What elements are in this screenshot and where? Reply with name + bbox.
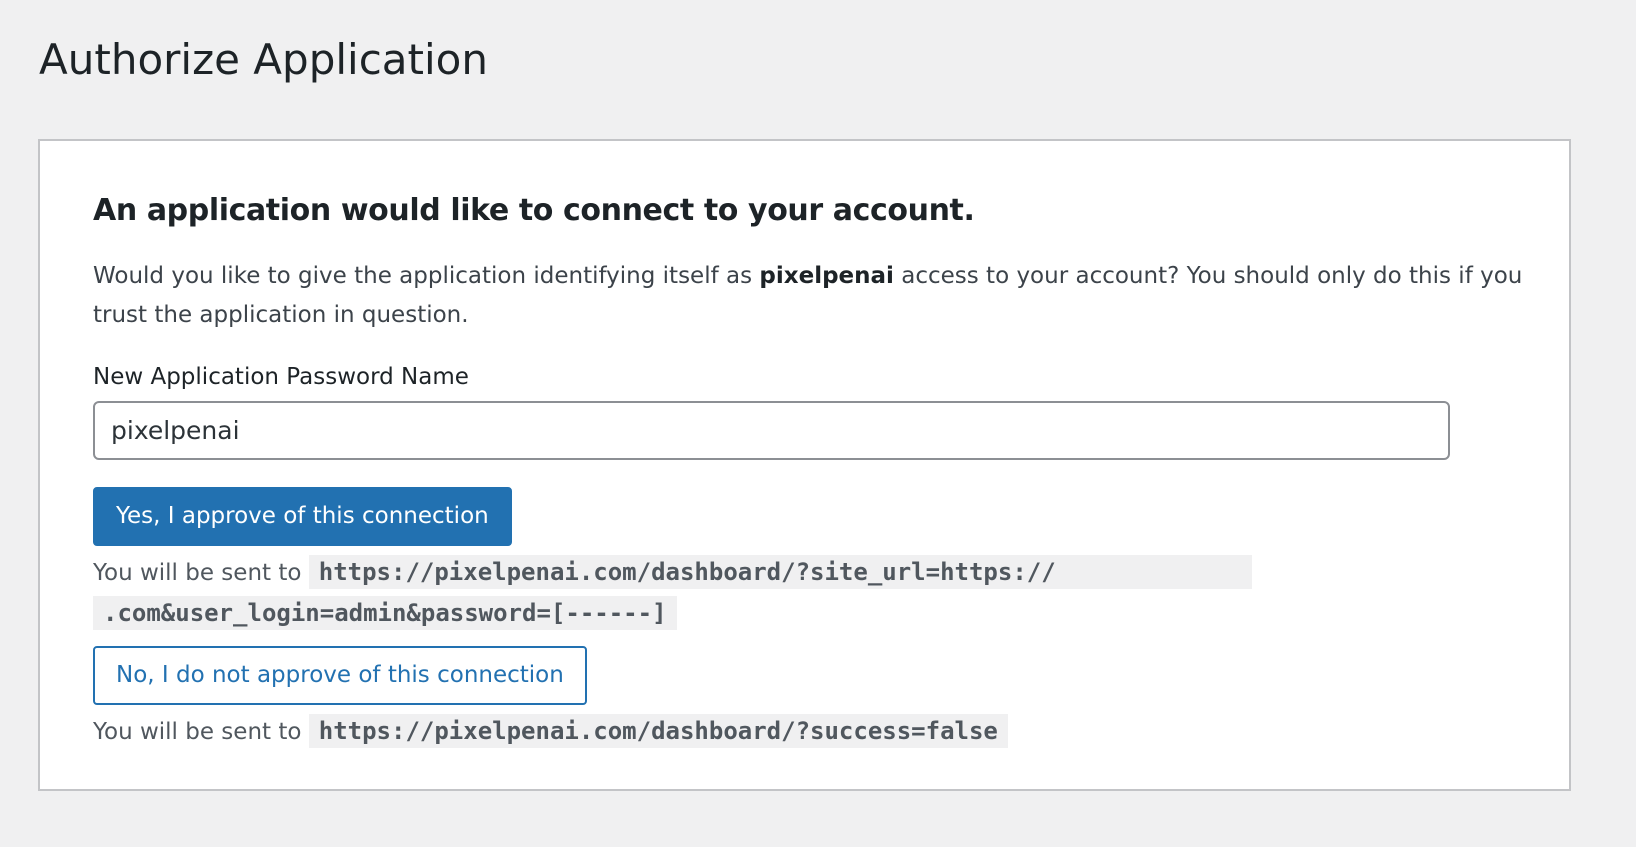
reject-redirect-url: https://pixelpenai.com/dashboard/?succes… [308,714,1008,748]
approve-redirect-note: You will be sent to https://pixelpenai.c… [93,552,1293,634]
authorize-card: An application would like to connect to … [38,139,1571,791]
authorize-page: Authorize Application An application wou… [0,0,1636,847]
password-name-label: New Application Password Name [93,364,469,390]
approve-redirect-prefix: You will be sent to [93,560,302,586]
reject-button[interactable]: No, I do not approve of this connection [93,646,587,705]
reject-redirect-note: You will be sent to https://pixelpenai.c… [93,711,1293,752]
app-name: pixelpenai [759,263,894,289]
page-title: Authorize Application [39,35,488,84]
approve-redirect-url-part2: .com&user_login=admin&password=[------] [103,599,667,627]
password-name-input[interactable] [93,401,1450,460]
approve-redirect-url-part1: https://pixelpenai.com/dashboard/?site_u… [318,558,1056,586]
card-heading: An application would like to connect to … [93,193,975,228]
card-content: An application would like to connect to … [93,191,1523,752]
reject-redirect-prefix: You will be sent to [93,719,302,745]
intro-prefix: Would you like to give the application i… [93,263,760,289]
intro-text: Would you like to give the application i… [93,257,1523,335]
approve-button[interactable]: Yes, I approve of this connection [93,487,512,546]
